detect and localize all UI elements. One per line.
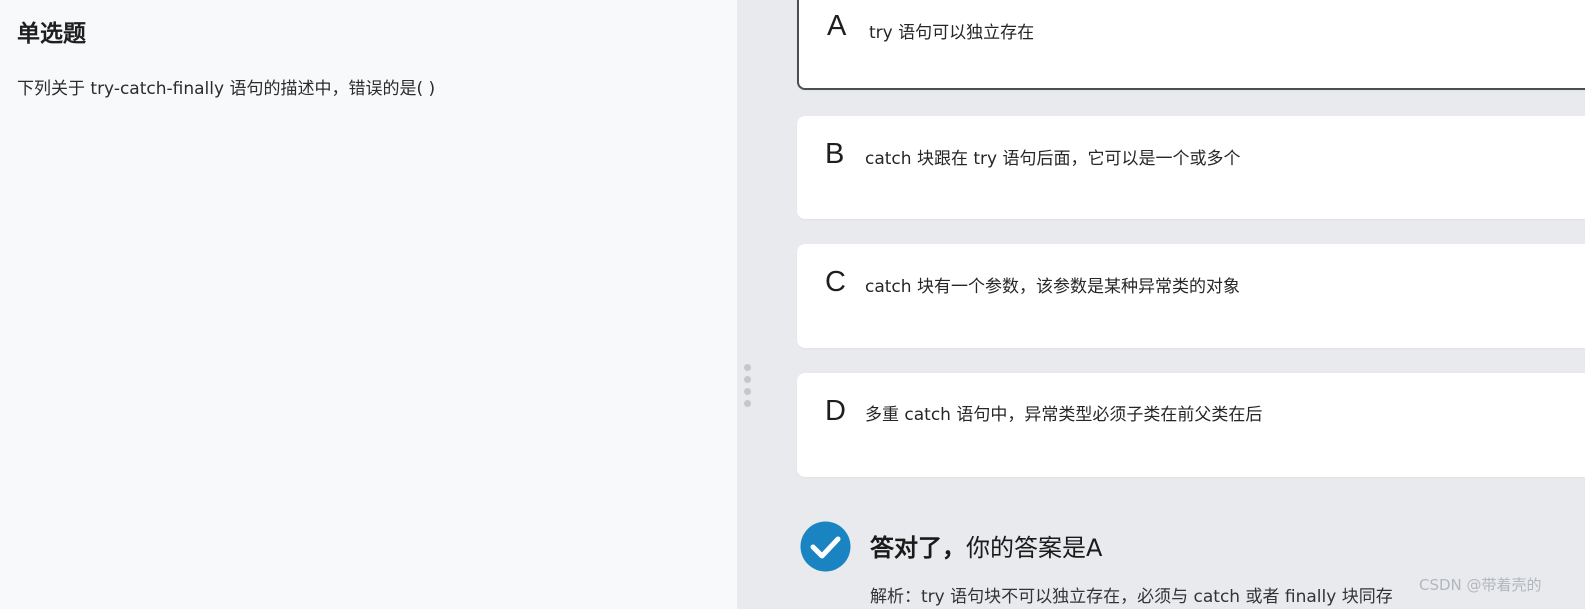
option-b[interactable]: B catch 块跟在 try 语句后面，它可以是一个或多个 [797,116,1585,219]
option-letter: B [825,138,845,170]
result-status: 答对了， [870,534,966,562]
option-text: 多重 catch 语句中，异常类型必须子类在前父类在后 [865,405,1263,425]
option-c[interactable]: C catch 块有一个参数，该参数是某种异常类的对象 [797,244,1585,348]
question-pane: 单选题 下列关于 try-catch-finally 语句的描述中，错误的是( … [0,0,737,609]
answer-analysis: 解析：try 语句块不可以独立存在，必须与 catch 或者 finally 块… [870,587,1393,607]
question-type-heading: 单选题 [17,21,86,47]
option-letter: D [825,395,846,427]
option-a[interactable]: A try 语句可以独立存在 [797,0,1585,90]
option-d[interactable]: D 多重 catch 语句中，异常类型必须子类在前父类在后 [797,373,1585,477]
watermark: CSDN @带着壳的 [1419,576,1542,594]
question-text: 下列关于 try-catch-finally 语句的描述中，错误的是( ) [17,79,436,99]
option-text: catch 块跟在 try 语句后面，它可以是一个或多个 [865,149,1241,169]
option-letter: C [825,266,846,298]
result-line: 答对了，你的答案是A [870,528,1102,563]
option-letter: A [827,10,847,42]
result-answer: 你的答案是A [966,534,1103,562]
option-text: catch 块有一个参数，该参数是某种异常类的对象 [865,277,1240,297]
pane-resize-handle[interactable] [744,364,752,412]
option-text: try 语句可以独立存在 [869,23,1035,43]
check-circle-icon [800,521,851,572]
